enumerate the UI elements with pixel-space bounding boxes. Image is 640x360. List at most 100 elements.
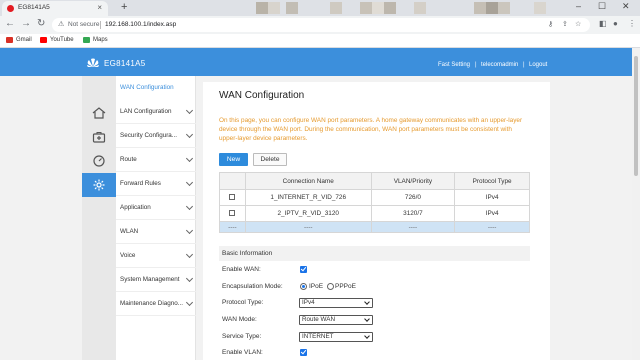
table-row[interactable]: 1_INTERNET_R_VID_726 726/0 IPv4 [219,189,530,206]
table-header-row: Connection Name VLAN/Priority Protocol T… [219,172,530,190]
ipoe-label: IPoE [309,283,324,290]
chevron-down-icon [185,274,194,283]
url-text[interactable]: 192.168.100.1/index.asp [105,21,176,28]
status-nav-button[interactable] [82,149,116,173]
youtube-icon [40,37,47,43]
huawei-favicon-icon [7,5,14,12]
protocol-type-cell: IPv4 [454,189,530,206]
table-row-selected-new[interactable]: ---- ---- ---- ---- [219,221,530,233]
bookmark-maps[interactable]: Maps [93,37,108,43]
minimize-button[interactable]: – [576,1,581,11]
gauge-icon [93,155,105,167]
menu-item-route[interactable]: Route [116,148,196,172]
divider: | [523,62,525,68]
blurred-region [534,2,546,14]
menu-item-wlan[interactable]: WLAN [116,220,196,244]
menu-item-lan-configuration[interactable]: LAN Configuration [116,100,196,124]
home-nav-button[interactable] [82,101,116,125]
gear-icon [93,179,105,191]
bookmark-youtube[interactable]: YouTube [50,37,74,43]
chevron-down-icon [185,106,194,115]
enable-wan-checkbox[interactable] [300,266,307,273]
security-nav-button[interactable] [82,125,116,149]
row-checkbox[interactable] [229,210,236,217]
chevron-down-icon [185,130,194,139]
page-title: WAN Configuration [219,90,305,101]
ipoe-radio[interactable] [300,283,307,290]
chevron-down-icon [185,154,194,163]
advanced-nav-button[interactable] [82,173,116,197]
section-title: Basic Information [222,250,273,257]
menu-item-system-management[interactable]: System Management [116,268,196,292]
chevron-down-icon [185,226,194,235]
pppoe-label: PPPoE [335,283,356,290]
blurred-region [256,2,268,14]
blurred-region [330,2,342,14]
huawei-logo-icon [87,58,99,67]
chevron-down-icon [185,298,194,307]
star-icon[interactable]: ☆ [575,20,581,28]
security-label: Not secure [68,21,100,28]
delete-button[interactable]: Delete [253,153,287,166]
menu-item-security-configuration[interactable]: Security Configura... [116,124,196,148]
close-button[interactable]: ✕ [622,1,630,12]
new-tab-button[interactable]: + [121,1,127,13]
puzzle-icon[interactable]: ◧ [599,19,607,28]
blurred-region [474,2,486,14]
connection-name-cell[interactable]: 2_IPTV_R_VID_3120 [244,205,372,222]
logout-link[interactable]: Logout [529,62,547,68]
blurred-region [372,2,384,14]
maps-icon [83,37,90,43]
fast-setting-link[interactable]: Fast Setting [438,62,470,68]
key-icon[interactable]: ⚷ [548,20,553,28]
blurred-region [414,2,426,14]
enable-vlan-checkbox[interactable] [300,349,307,356]
wan-mode-label: WAN Mode: [222,316,257,323]
menu-item-wan-configuration[interactable]: WAN Configuration [116,76,196,100]
divider [100,21,101,29]
vlan-priority-cell: 3120/7 [370,205,456,222]
browser-tab[interactable]: EG8141A5 × [2,1,108,16]
connection-name-cell[interactable]: 1_INTERNET_R_VID_726 [244,189,372,206]
bookmarks-bar: Gmail YouTube Maps [0,34,640,48]
window-controls: – ☐ ✕ [574,0,636,16]
forward-icon[interactable]: → [21,18,31,29]
table-header-connection-name: Connection Name [244,172,372,190]
menu-icon[interactable]: ⋮ [628,19,636,28]
menu-item-forward-rules[interactable]: Forward Rules [116,172,196,196]
enable-wan-label: Enable WAN: [222,266,261,273]
new-button[interactable]: New [219,153,248,166]
protocol-type-select[interactable]: IPv4 [299,298,373,308]
address-bar[interactable]: ⚠ Not secure 192.168.100.1/index.asp ⚷ ⇪… [52,18,590,32]
tab-title: EG8141A5 [18,4,50,11]
wan-mode-select[interactable]: Route WAN [299,315,373,325]
scrollbar-thumb[interactable] [634,56,638,176]
tab-close-icon[interactable]: × [97,3,102,12]
bookmark-gmail[interactable]: Gmail [16,37,32,43]
row-checkbox[interactable] [229,194,236,201]
menu-item-voice[interactable]: Voice [116,244,196,268]
share-icon[interactable]: ⇪ [562,20,568,28]
blurred-region [360,2,372,14]
table-row[interactable]: 2_IPTV_R_VID_3120 3120/7 IPv4 [219,205,530,222]
user-link[interactable]: telecomadmin [481,62,518,68]
back-icon[interactable]: ← [5,18,15,29]
warning-icon[interactable]: ⚠ [58,20,64,28]
blurred-region [498,2,510,14]
menu-item-application[interactable]: Application [116,196,196,220]
pppoe-radio[interactable] [327,283,334,290]
table-header-select [219,172,246,190]
vlan-priority-cell: 726/0 [370,189,456,206]
service-type-select[interactable]: INTERNET [299,332,373,342]
service-type-label: Service Type: [222,333,262,340]
table-header-protocol-type: Protocol Type [454,172,530,190]
enable-vlan-label: Enable VLAN: [222,349,263,356]
basic-information-header: Basic Information [219,246,530,261]
profile-icon[interactable]: ● [613,19,618,28]
maximize-button[interactable]: ☐ [598,1,606,12]
protocol-type-cell: IPv4 [454,205,530,222]
chevron-down-icon [185,250,194,259]
menu-item-maintenance-diagnosis[interactable]: Maintenance Diagno... [116,292,196,316]
blurred-region [486,2,498,14]
reload-icon[interactable]: ↻ [37,18,45,29]
